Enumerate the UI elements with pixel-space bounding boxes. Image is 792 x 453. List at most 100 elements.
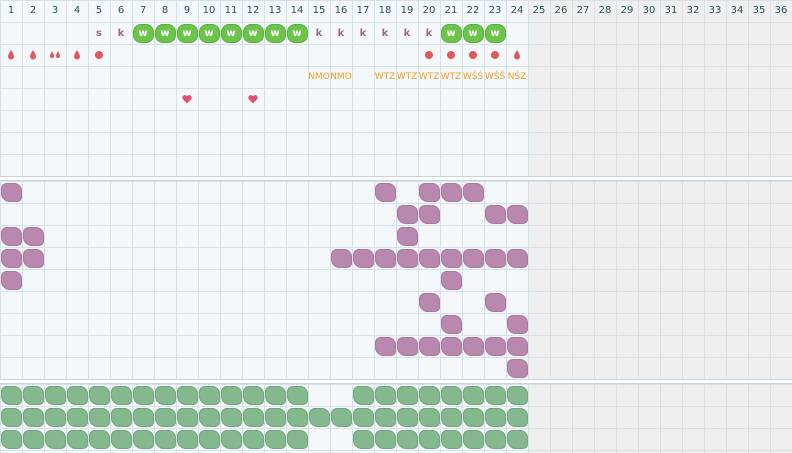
purple-blob-icon-cell[interactable] <box>440 313 462 335</box>
column-header-12[interactable]: 12 <box>242 0 264 22</box>
green-blob-icon-cell[interactable] <box>484 428 506 450</box>
purple-blob-icon-cell[interactable] <box>22 247 44 269</box>
column-header-6[interactable]: 6 <box>110 0 132 22</box>
green-blob-icon-cell[interactable] <box>462 384 484 406</box>
code-label[interactable]: WTZ <box>440 66 462 88</box>
green-blob-icon-cell[interactable] <box>88 406 110 428</box>
green-blob-icon-cell[interactable] <box>396 384 418 406</box>
column-header-11[interactable]: 11 <box>220 0 242 22</box>
badge-mark[interactable]: w <box>154 22 176 44</box>
green-blob-icon-cell[interactable] <box>66 406 88 428</box>
green-blob-icon-cell[interactable] <box>154 428 176 450</box>
column-header-17[interactable]: 17 <box>352 0 374 22</box>
column-header-36[interactable]: 36 <box>770 0 792 22</box>
purple-blob-icon-cell[interactable] <box>0 181 22 203</box>
green-blob-icon-cell[interactable] <box>44 406 66 428</box>
green-blob-icon-cell[interactable] <box>308 406 330 428</box>
green-blob-icon-cell[interactable] <box>110 384 132 406</box>
badge-mark[interactable]: w <box>484 22 506 44</box>
green-blob-icon-cell[interactable] <box>22 428 44 450</box>
green-blob-icon-cell[interactable] <box>286 384 308 406</box>
green-blob-icon-cell[interactable] <box>506 384 528 406</box>
green-blob-icon-cell[interactable] <box>264 428 286 450</box>
dot-icon[interactable] <box>462 44 484 66</box>
green-blob-icon-cell[interactable] <box>352 428 374 450</box>
purple-blob-icon-cell[interactable] <box>506 335 528 357</box>
green-blob-icon-cell[interactable] <box>396 428 418 450</box>
green-blob-icon-cell[interactable] <box>132 384 154 406</box>
green-blob-icon-cell[interactable] <box>22 384 44 406</box>
green-blob-icon-cell[interactable] <box>220 406 242 428</box>
purple-blob-icon-cell[interactable] <box>396 335 418 357</box>
column-header-34[interactable]: 34 <box>726 0 748 22</box>
green-blob-icon-cell[interactable] <box>242 384 264 406</box>
green-blob-icon-cell[interactable] <box>0 384 22 406</box>
green-blob-icon-cell[interactable] <box>110 406 132 428</box>
column-header-7[interactable]: 7 <box>132 0 154 22</box>
green-blob-icon-cell[interactable] <box>352 384 374 406</box>
drop-icon[interactable] <box>22 44 44 66</box>
purple-blob-icon-cell[interactable] <box>418 247 440 269</box>
heart-icon[interactable] <box>176 88 198 110</box>
green-blob-icon-cell[interactable] <box>286 428 308 450</box>
green-blob-icon-cell[interactable] <box>440 428 462 450</box>
green-blob-icon-cell[interactable] <box>484 406 506 428</box>
green-blob-icon-cell[interactable] <box>418 406 440 428</box>
column-header-3[interactable]: 3 <box>44 0 66 22</box>
green-blob-icon-cell[interactable] <box>176 428 198 450</box>
code-label[interactable]: NŚZ <box>506 66 528 88</box>
green-blob-icon-cell[interactable] <box>440 384 462 406</box>
column-header-23[interactable]: 23 <box>484 0 506 22</box>
day-letter-mark[interactable]: k <box>396 22 418 44</box>
purple-blob-icon-cell[interactable] <box>440 181 462 203</box>
purple-blob-icon-cell[interactable] <box>484 335 506 357</box>
green-blob-icon-cell[interactable] <box>44 428 66 450</box>
green-blob-icon-cell[interactable] <box>418 384 440 406</box>
dot-icon[interactable] <box>88 44 110 66</box>
purple-blob-icon-cell[interactable] <box>506 313 528 335</box>
column-header-24[interactable]: 24 <box>506 0 528 22</box>
column-header-14[interactable]: 14 <box>286 0 308 22</box>
green-blob-icon-cell[interactable] <box>132 428 154 450</box>
column-header-10[interactable]: 10 <box>198 0 220 22</box>
code-label[interactable]: WTZ <box>418 66 440 88</box>
green-blob-icon-cell[interactable] <box>0 406 22 428</box>
badge-mark[interactable]: w <box>132 22 154 44</box>
green-blob-icon-cell[interactable] <box>44 384 66 406</box>
purple-blob-icon-cell[interactable] <box>418 291 440 313</box>
day-letter-mark[interactable]: k <box>308 22 330 44</box>
day-letter-mark[interactable]: k <box>418 22 440 44</box>
green-blob-icon-cell[interactable] <box>462 406 484 428</box>
column-header-13[interactable]: 13 <box>264 0 286 22</box>
green-blob-icon-cell[interactable] <box>418 428 440 450</box>
purple-blob-icon-cell[interactable] <box>506 203 528 225</box>
green-blob-icon-cell[interactable] <box>22 406 44 428</box>
column-header-18[interactable]: 18 <box>374 0 396 22</box>
purple-blob-icon-cell[interactable] <box>484 203 506 225</box>
purple-blob-icon-cell[interactable] <box>418 181 440 203</box>
day-letter-mark[interactable]: k <box>110 22 132 44</box>
column-header-29[interactable]: 29 <box>616 0 638 22</box>
purple-blob-icon-cell[interactable] <box>330 247 352 269</box>
day-letter-mark[interactable]: k <box>352 22 374 44</box>
code-label[interactable]: NMO <box>330 66 352 88</box>
badge-mark[interactable]: w <box>198 22 220 44</box>
badge-mark[interactable]: w <box>440 22 462 44</box>
badge-mark[interactable]: w <box>220 22 242 44</box>
green-blob-icon-cell[interactable] <box>286 406 308 428</box>
dot-icon[interactable] <box>440 44 462 66</box>
column-header-9[interactable]: 9 <box>176 0 198 22</box>
purple-blob-icon-cell[interactable] <box>352 247 374 269</box>
green-blob-icon-cell[interactable] <box>198 406 220 428</box>
green-blob-icon-cell[interactable] <box>220 428 242 450</box>
green-blob-icon-cell[interactable] <box>396 406 418 428</box>
column-header-21[interactable]: 21 <box>440 0 462 22</box>
purple-blob-icon-cell[interactable] <box>418 203 440 225</box>
green-blob-icon-cell[interactable] <box>506 406 528 428</box>
purple-blob-icon-cell[interactable] <box>374 335 396 357</box>
purple-blob-icon-cell[interactable] <box>0 269 22 291</box>
column-header-30[interactable]: 30 <box>638 0 660 22</box>
column-header-16[interactable]: 16 <box>330 0 352 22</box>
purple-blob-icon-cell[interactable] <box>374 181 396 203</box>
purple-blob-icon-cell[interactable] <box>484 291 506 313</box>
